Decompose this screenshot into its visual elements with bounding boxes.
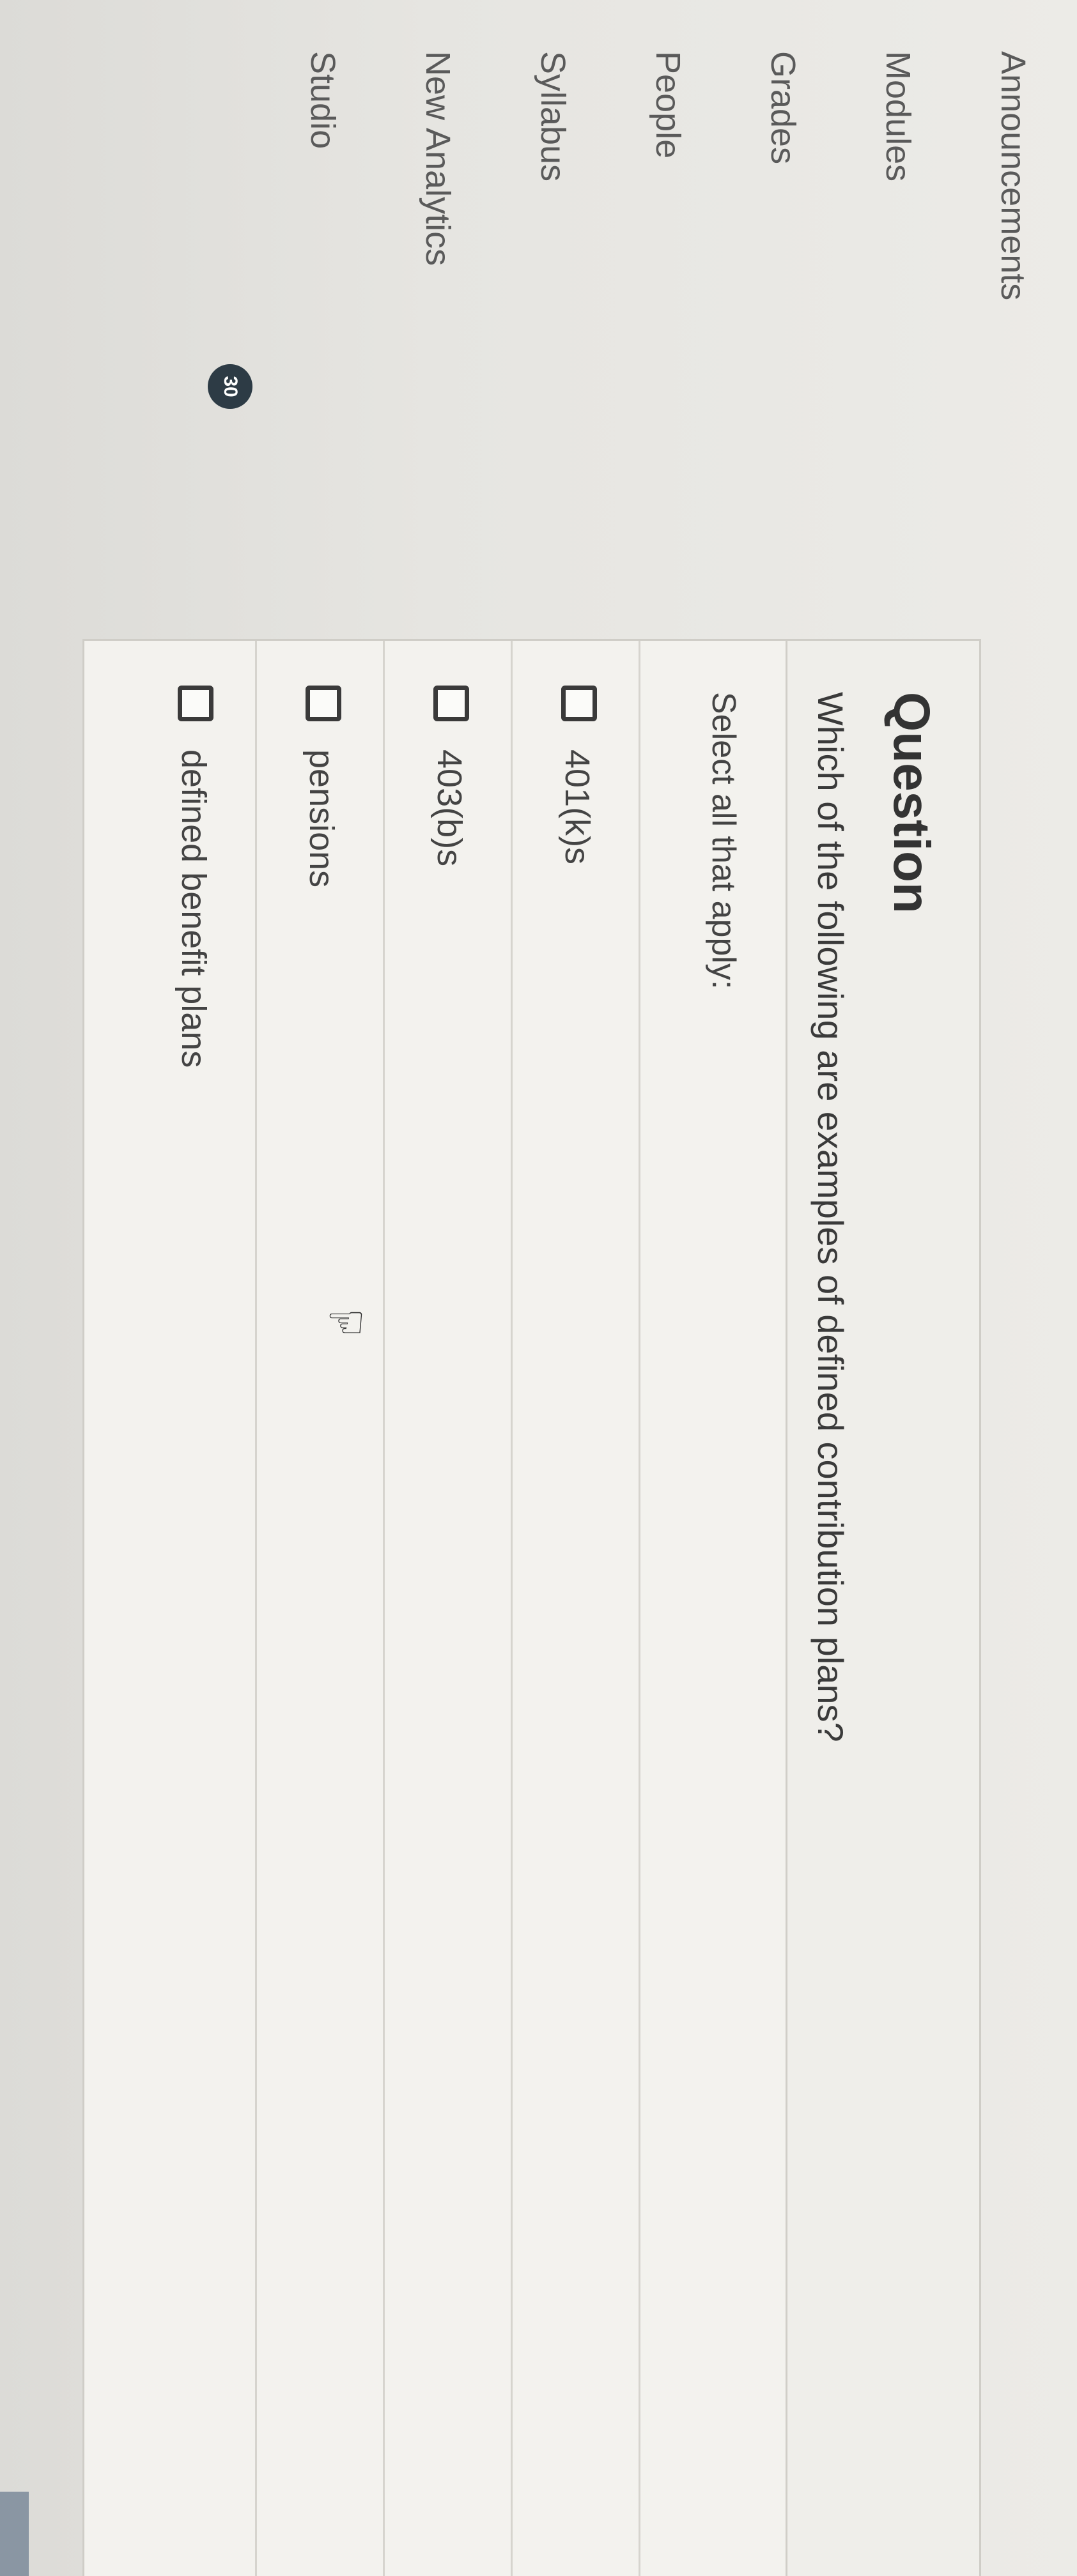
question-instruction: Select all that apply: — [705, 692, 742, 990]
question-text: Which of the following are examples of d… — [810, 692, 851, 1742]
question-header: Question Which of the following are exam… — [786, 641, 979, 2576]
course-navigation: Announcements Modules Grades People Syll… — [227, 51, 1032, 319]
answer-checkbox[interactable] — [306, 686, 341, 721]
nav-item-people[interactable]: People — [572, 51, 687, 319]
answer-label: 401(k)s — [558, 749, 596, 865]
answer-checkbox[interactable] — [178, 686, 213, 721]
nav-item-new-analytics[interactable]: New Analytics — [342, 51, 457, 319]
question-card: Question Which of the following are exam… — [82, 639, 981, 2576]
question-title: Question — [883, 692, 940, 914]
nav-item-studio[interactable]: Studio — [227, 51, 342, 319]
answer-option-defined-benefit-plans[interactable]: defined benefit plans — [127, 641, 257, 2576]
nav-item-announcements[interactable]: Announcements — [917, 51, 1032, 319]
submit-button-edge[interactable] — [0, 2492, 29, 2576]
grades-count-badge: 30 — [208, 364, 252, 409]
answer-option-401k[interactable]: 401(k)s — [511, 641, 640, 2576]
answer-checkbox[interactable] — [433, 686, 469, 721]
answer-option-pensions[interactable]: pensions — [255, 641, 385, 2576]
nav-item-grades[interactable]: Grades — [687, 51, 802, 319]
nav-item-modules[interactable]: Modules — [802, 51, 917, 319]
rotated-screen: Announcements Modules Grades People Syll… — [0, 0, 1077, 2576]
answer-label: defined benefit plans — [174, 749, 213, 1068]
answer-option-403b[interactable]: 403(b)s — [383, 641, 513, 2576]
hand-pointer-icon: ☜ — [325, 1297, 366, 1347]
answer-label: pensions — [302, 749, 341, 888]
nav-item-syllabus[interactable]: Syllabus — [457, 51, 572, 319]
answer-checkbox[interactable] — [561, 686, 597, 721]
answer-label: 403(b)s — [430, 749, 469, 867]
